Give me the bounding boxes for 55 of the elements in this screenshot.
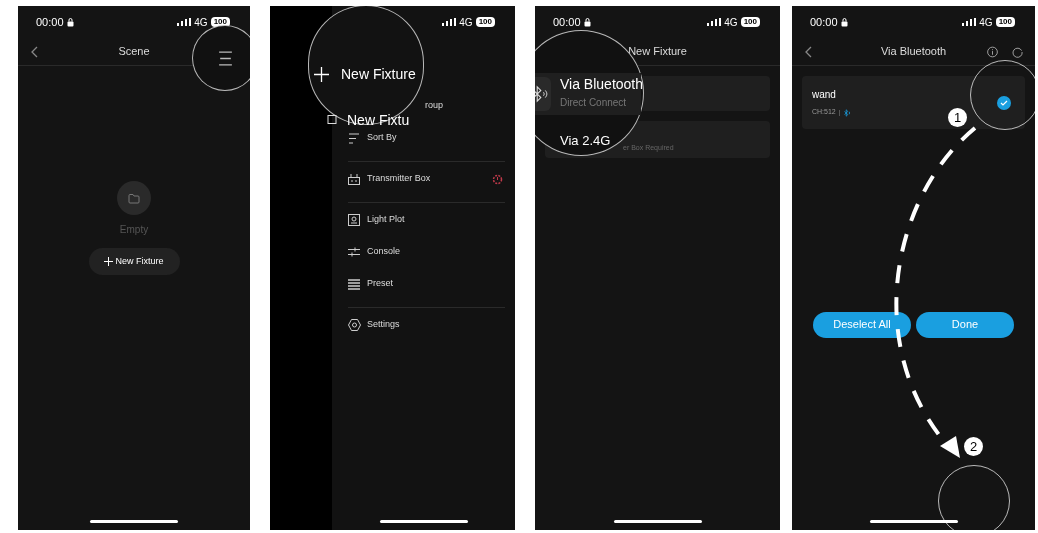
menu-item[interactable]: Transmitter Box <box>348 163 515 195</box>
battery-level: 100 <box>475 17 495 27</box>
screen-title: Via Bluetooth <box>880 44 947 60</box>
menu-icon[interactable] <box>216 49 234 67</box>
stack-icon <box>348 278 360 290</box>
warning-icon <box>492 173 503 185</box>
select-checkbox[interactable] <box>997 95 1011 110</box>
bluetooth-icon <box>535 85 548 103</box>
lock-icon <box>66 17 74 27</box>
new-fixture-button[interactable]: New Fixture <box>88 248 180 275</box>
menu-item-magnified[interactable]: New Fixtu <box>347 110 410 131</box>
signal-icon <box>442 18 457 26</box>
status-time: 00:00 <box>553 14 581 30</box>
network-label: 4G <box>194 15 208 30</box>
info-icon[interactable] <box>987 45 998 58</box>
menu-item[interactable]: Console <box>348 236 515 268</box>
transmitter-icon <box>348 173 360 185</box>
menu-item[interactable]: Preset <box>348 268 515 300</box>
option-subtitle: Direct Connect <box>560 97 627 109</box>
lock-icon <box>583 17 591 27</box>
settings-icon <box>348 319 361 331</box>
battery-level: 100 <box>995 17 1015 27</box>
battery-level: 100 <box>740 17 760 27</box>
screen-title: Scene <box>118 44 150 60</box>
folder-icon <box>128 192 140 204</box>
option-title: Via 2.4G <box>560 133 611 148</box>
group-icon <box>325 114 337 127</box>
menu-item[interactable]: Light Plot <box>348 204 515 236</box>
network-label: 4G <box>724 15 738 30</box>
sort-icon <box>348 132 360 144</box>
menu-item-fragment: roup <box>425 99 443 113</box>
status-time: 00:00 <box>810 14 838 30</box>
plus-icon <box>104 257 114 266</box>
menu-item-magnified[interactable]: New Fixture <box>341 64 416 85</box>
step-number: 2 <box>964 437 983 456</box>
signal-icon <box>177 18 192 26</box>
back-icon[interactable] <box>30 45 38 58</box>
screen-title: New Fixture <box>628 44 687 60</box>
signal-icon <box>962 18 977 26</box>
sliders-icon <box>348 246 360 258</box>
check-icon <box>1000 99 1008 106</box>
refresh-icon[interactable] <box>1012 45 1023 58</box>
device-name: wand <box>812 88 837 103</box>
frame-icon <box>348 214 360 226</box>
lock-icon <box>840 17 848 27</box>
network-label: 4G <box>979 15 993 30</box>
status-time: 00:00 <box>36 14 64 30</box>
empty-label: Empty <box>119 223 149 237</box>
back-icon[interactable] <box>804 45 812 58</box>
network-label: 4G <box>459 15 473 30</box>
signal-icon <box>707 18 722 26</box>
bluetooth-icon <box>842 108 851 117</box>
menu-item[interactable]: Settings <box>348 309 515 341</box>
option-title: Via Bluetooth <box>560 76 644 92</box>
plus-icon <box>314 67 329 82</box>
